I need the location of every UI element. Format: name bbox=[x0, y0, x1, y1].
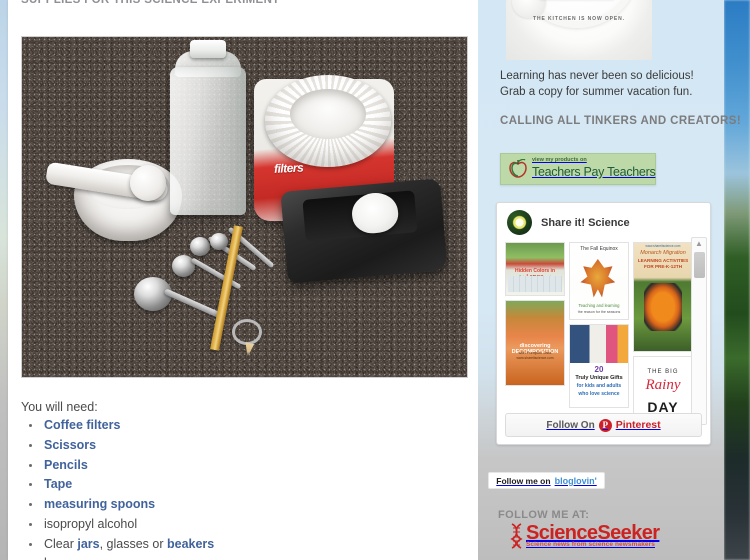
pin-image-butterfly bbox=[644, 283, 682, 331]
pinterest-brand-label: Pinterest bbox=[615, 419, 661, 431]
list-item: Scissors bbox=[42, 437, 462, 453]
pin-title: THE BIG bbox=[647, 369, 679, 375]
pin-line3: the reason for the seasons bbox=[577, 310, 621, 314]
supply-link[interactable]: jars bbox=[77, 537, 99, 551]
pin-image-jars bbox=[508, 276, 562, 292]
supply-text: Clear bbox=[44, 536, 78, 551]
bloglovin-prefix: Follow me on bbox=[496, 475, 551, 486]
main-content-column: SUPPLIES FOR THIS SCIENCE EXPERIMENT fil… bbox=[8, 0, 478, 560]
pin-line3: for kids and adults bbox=[576, 383, 622, 389]
alcohol-bottle bbox=[170, 67, 246, 215]
tpt-main-label: Teachers Pay Teachers bbox=[532, 165, 656, 180]
pin-line4: who love science bbox=[578, 391, 620, 397]
scrollbar-thumb[interactable] bbox=[694, 252, 705, 278]
supply-text: isopropyl alcohol bbox=[44, 516, 138, 531]
list-item[interactable]: Hidden Colors in Leaves Science Experime… bbox=[505, 242, 565, 296]
supply-link[interactable]: Scissors bbox=[44, 438, 96, 452]
pin-title: 20 bbox=[594, 365, 604, 374]
list-item: measuring spoons bbox=[42, 496, 462, 512]
scienceseeker-tagline: Science news from science newsmakers bbox=[526, 541, 655, 548]
page-title: SUPPLIES FOR THIS SCIENCE EXPERIMENT bbox=[21, 0, 280, 6]
pinterest-widget[interactable]: Share it! Science Hidden Colors in Leave… bbox=[496, 202, 711, 445]
list-item[interactable]: The Fall Equinox Teaching and learning t… bbox=[569, 242, 629, 320]
tpt-sub-label: view my products on bbox=[532, 156, 587, 163]
scroll-up-icon[interactable]: ▲ bbox=[692, 239, 706, 248]
pin-line2: LEARNING ACTIVITIES bbox=[637, 258, 689, 263]
supply-link[interactable]: Tape bbox=[44, 477, 72, 491]
list-item: isopropyl alcohol bbox=[42, 516, 462, 532]
sidebar: THE KITCHEN IS NOW OPEN. Learning has ne… bbox=[478, 0, 741, 560]
supply-photo: filters 200 bbox=[21, 36, 468, 378]
list-item: Coffee filters bbox=[42, 417, 462, 433]
you-will-need-label: You will need: bbox=[21, 400, 98, 414]
supply-link[interactable]: Pencils bbox=[44, 458, 88, 472]
book-cover-caption: THE KITCHEN IS NOW OPEN. bbox=[533, 16, 625, 22]
pin-line2: Truly Unique Gifts bbox=[575, 375, 623, 381]
background-photo-strip bbox=[724, 0, 750, 560]
pin-line2: Rainy bbox=[645, 377, 681, 393]
follow-me-at-label: FOLLOW ME AT: bbox=[498, 509, 590, 521]
follow-label: Follow On bbox=[546, 419, 595, 431]
bloglovin-brand: bloglovin' bbox=[554, 475, 597, 486]
pin-line2: with Pumpkin Jack bbox=[518, 350, 552, 355]
list-item: Pencils bbox=[42, 457, 462, 473]
pin-image-leaf bbox=[580, 259, 616, 298]
list-item: Tape bbox=[42, 476, 462, 492]
tpt-text-block: view my products on Teachers Pay Teacher… bbox=[532, 156, 656, 181]
tinkers-heading: CALLING ALL TINKERS AND CREATORS! bbox=[500, 115, 742, 127]
pinterest-icon: P bbox=[598, 418, 612, 432]
list-item[interactable]: 20 Truly Unique Gifts for kids and adult… bbox=[569, 324, 629, 408]
pestle-head bbox=[130, 165, 166, 201]
coffee-filter-opening bbox=[290, 89, 366, 139]
supply-text: leaves bbox=[44, 556, 80, 560]
supply-link[interactable]: measuring spoons bbox=[44, 497, 155, 511]
supply-link[interactable]: Coffee filters bbox=[44, 418, 120, 432]
list-item: Clear jars, glasses or beakers bbox=[42, 536, 462, 552]
scienceseeker-name: ScienceSeeker bbox=[526, 522, 660, 544]
scienceseeker-text-block: ScienceSeeker Science news from science … bbox=[526, 522, 660, 549]
pinterest-widget-header: Share it! Science bbox=[497, 203, 710, 242]
supply-list: Coffee filters Scissors Pencils Tape measuri… bbox=[42, 417, 462, 560]
supply-link[interactable]: beakers bbox=[167, 537, 214, 551]
scienceseeker-badge[interactable]: ScienceSeeker Science news from science … bbox=[510, 522, 660, 549]
pinterest-grid-wrapper: Hidden Colors in Leaves Science Experime… bbox=[497, 242, 710, 428]
bottle-cap bbox=[190, 40, 226, 58]
pin-line3: www.shareitscience.com bbox=[516, 356, 554, 360]
measuring-spoon-ring bbox=[232, 319, 262, 345]
page-wrapper: SUPPLIES FOR THIS SCIENCE EXPERIMENT fil… bbox=[8, 0, 741, 560]
pin-title: The Fall Equinox bbox=[580, 246, 618, 252]
book-promo-description: Learning has never been so delicious! Gr… bbox=[500, 70, 694, 99]
pin-line2: Teaching and learning bbox=[578, 303, 620, 308]
pin-image-gifts bbox=[570, 325, 628, 363]
bloglovin-button[interactable]: Follow me on bloglovin' bbox=[488, 472, 605, 489]
pin-line3: FOR PRE-K-12TH bbox=[643, 264, 683, 269]
dna-helix-icon bbox=[510, 523, 523, 549]
avatar bbox=[507, 210, 532, 235]
follow-on-pinterest-button[interactable]: Follow On P Pinterest bbox=[505, 413, 702, 437]
pin-url: www.shareitscience.com bbox=[645, 244, 681, 248]
book-promo-image[interactable]: THE KITCHEN IS NOW OPEN. bbox=[506, 0, 652, 60]
supply-text: , glasses or bbox=[99, 536, 167, 551]
scrollbar[interactable]: ▲ ▼ bbox=[691, 237, 707, 425]
list-item[interactable]: www.shareitscience.com Monarch Migration… bbox=[633, 242, 693, 352]
list-item[interactable]: discovering DECOMPOSITION with Pumpkin J… bbox=[505, 300, 565, 386]
teachers-pay-teachers-badge[interactable]: view my products on Teachers Pay Teacher… bbox=[500, 153, 656, 185]
pin-title: Monarch Migration bbox=[640, 250, 686, 256]
pinterest-profile-name: Share it! Science bbox=[541, 216, 630, 229]
list-item: leaves bbox=[42, 555, 462, 560]
pinterest-pin-grid[interactable]: Hidden Colors in Leaves Science Experime… bbox=[505, 242, 693, 428]
apple-icon bbox=[507, 158, 529, 179]
